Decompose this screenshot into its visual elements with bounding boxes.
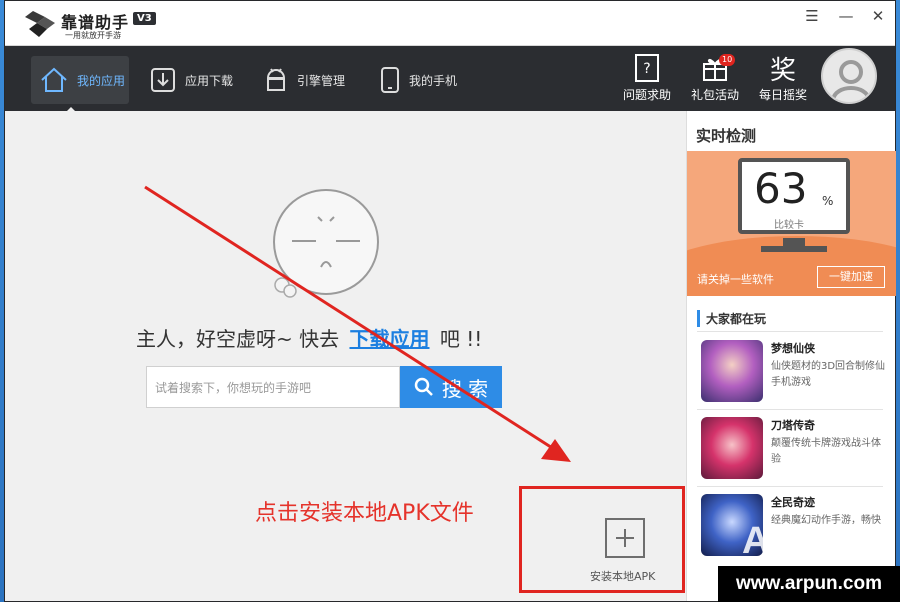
app-window: 靠谱助手 V3 一用就放开手游 ☰ — ✕ 我的应用 应用下载 引擎管理 我的手…	[4, 0, 896, 602]
download-icon	[151, 68, 175, 92]
android-icon	[266, 68, 286, 91]
watermark-url: www.arpun.com	[718, 566, 900, 602]
gift-button[interactable]: 10 礼包活动	[685, 50, 745, 108]
search-icon	[414, 377, 433, 396]
gift-label: 礼包活动	[690, 88, 739, 102]
score-status: 比较卡	[774, 220, 804, 231]
main-content: 主人，好空虚呀~ 快去 下载应用 吧 !! 试着搜索下，你想玩的手游吧 搜 索 …	[5, 111, 686, 601]
empty-prefix: 主人，好空虚呀~ 快去	[136, 327, 340, 351]
tab-my-phone[interactable]: 我的手机	[379, 56, 479, 104]
monitor-base	[761, 246, 827, 252]
search-input[interactable]: 试着搜索下，你想玩的手游吧	[146, 366, 400, 408]
app-logo-icon	[25, 11, 55, 37]
popular-title: 大家都在玩	[697, 310, 766, 327]
game-desc: 颠覆传统卡牌游戏战斗体验	[771, 438, 881, 465]
game-thumbnail	[701, 340, 763, 402]
accelerate-button[interactable]: 一键加速	[817, 266, 885, 288]
top-nav: 我的应用 应用下载 引擎管理 我的手机 ? 问题求助 10 礼包活动 奖 每日摇…	[5, 46, 895, 114]
tab-label: 我的手机	[409, 73, 458, 88]
game-name: 梦想仙侠	[771, 342, 815, 355]
game-name: 刀塔传奇	[771, 419, 815, 432]
plus-icon	[605, 518, 645, 558]
app-slogan: 一用就放开手游	[65, 31, 121, 40]
phone-icon	[381, 67, 399, 93]
gift-badge: 10	[719, 54, 736, 66]
home-icon	[41, 67, 67, 92]
minimize-button[interactable]: —	[835, 6, 857, 26]
tab-app-download[interactable]: 应用下载	[149, 56, 249, 104]
game-thumbnail	[701, 417, 763, 479]
tab-my-apps[interactable]: 我的应用	[31, 56, 129, 114]
game-name: 全民奇迹	[771, 496, 815, 509]
menu-button[interactable]: ☰	[801, 6, 823, 26]
realtime-title: 实时检测	[696, 127, 757, 145]
tab-engine[interactable]: 引擎管理	[263, 56, 363, 104]
game-item[interactable]: 梦想仙侠 仙侠题材的3D回合制修仙手机游戏	[701, 340, 887, 406]
empty-suffix: 吧 !!	[439, 327, 483, 351]
divider	[697, 409, 883, 410]
install-apk-label: 安装本地APK	[590, 570, 656, 583]
performance-score: 63	[754, 164, 808, 213]
accel-hint: 请关掉一些软件	[697, 273, 774, 286]
divider	[697, 331, 883, 332]
close-button[interactable]: ✕	[867, 6, 889, 26]
search-button-label: 搜 索	[441, 376, 489, 401]
watermark-brand: ARPUN	[742, 520, 888, 562]
divider	[697, 486, 883, 487]
user-icon	[831, 60, 871, 101]
help-label: 问题求助	[622, 88, 671, 102]
lottery-icon: 奖	[769, 55, 796, 86]
empty-message: 主人，好空虚呀~ 快去 下载应用 吧 !!	[136, 323, 482, 352]
install-hint-text: 点击安装本地APK文件	[255, 501, 474, 526]
version-badge: V3	[133, 12, 156, 25]
search-button[interactable]: 搜 索	[400, 366, 502, 408]
lottery-label: 每日摇奖	[758, 88, 807, 102]
score-unit: %	[822, 194, 834, 208]
monitor-icon: 63 % 比较卡	[738, 158, 850, 234]
help-button[interactable]: ? 问题求助	[617, 50, 677, 108]
help-icon: ?	[635, 54, 659, 82]
empty-face-icon	[273, 189, 379, 298]
lottery-button[interactable]: 奖 每日摇奖	[753, 50, 813, 108]
tab-label: 我的应用	[77, 73, 126, 88]
game-desc: 仙侠题材的3D回合制修仙手机游戏	[771, 361, 886, 388]
install-apk-button[interactable]: 安装本地APK	[519, 486, 685, 593]
avatar[interactable]	[821, 48, 877, 104]
download-apps-link[interactable]: 下载应用	[349, 327, 429, 351]
title-bar: 靠谱助手 V3 一用就放开手游 ☰ — ✕	[5, 1, 895, 46]
tab-label: 引擎管理	[297, 73, 346, 88]
game-item[interactable]: 刀塔传奇 颠覆传统卡牌游戏战斗体验	[701, 417, 887, 483]
tab-label: 应用下载	[185, 73, 234, 88]
svg-text:?: ?	[643, 61, 650, 77]
monitor-stand	[783, 238, 805, 246]
performance-monitor: 63 % 比较卡 请关掉一些软件 一键加速	[687, 151, 896, 296]
